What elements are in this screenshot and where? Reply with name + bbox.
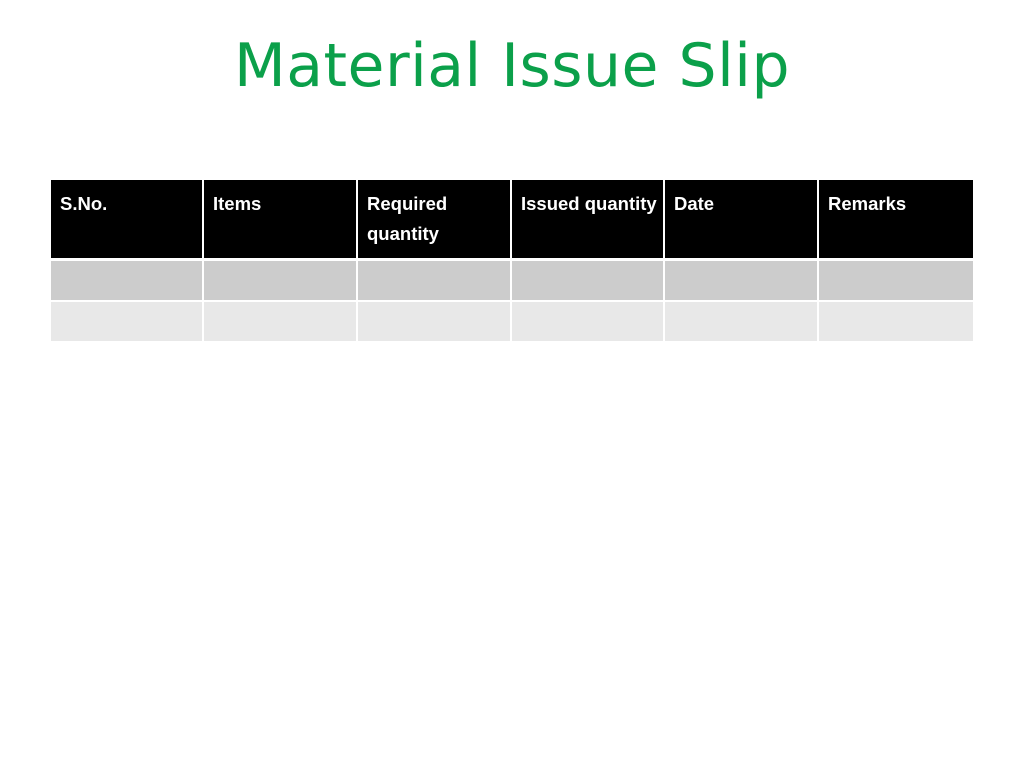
cell-date[interactable] [665, 302, 819, 341]
column-header-issued-quantity: Issued quantity [512, 180, 665, 261]
table-header-row: S.No. Items Required quantity Issued qua… [51, 180, 973, 261]
column-header-required-quantity: Required quantity [358, 180, 512, 261]
table-row[interactable] [51, 302, 973, 341]
cell-sno[interactable] [51, 302, 204, 341]
column-header-sno: S.No. [51, 180, 204, 261]
material-issue-table-container: S.No. Items Required quantity Issued qua… [51, 180, 973, 341]
column-header-date: Date [665, 180, 819, 261]
table-row[interactable] [51, 261, 973, 302]
column-header-items: Items [204, 180, 358, 261]
cell-date[interactable] [665, 261, 819, 302]
page-title: Material Issue Slip [233, 31, 791, 101]
cell-items[interactable] [204, 261, 358, 302]
table-body [51, 261, 973, 341]
table-header: S.No. Items Required quantity Issued qua… [51, 180, 973, 261]
cell-required-quantity[interactable] [358, 261, 512, 302]
cell-sno[interactable] [51, 261, 204, 302]
cell-issued-quantity[interactable] [512, 261, 665, 302]
cell-items[interactable] [204, 302, 358, 341]
cell-required-quantity[interactable] [358, 302, 512, 341]
slide-canvas: Material Issue Slip S.No. Items Required… [0, 0, 1024, 768]
cell-remarks[interactable] [819, 261, 973, 302]
cell-issued-quantity[interactable] [512, 302, 665, 341]
cell-remarks[interactable] [819, 302, 973, 341]
material-issue-table: S.No. Items Required quantity Issued qua… [51, 180, 973, 341]
column-header-remarks: Remarks [819, 180, 973, 261]
